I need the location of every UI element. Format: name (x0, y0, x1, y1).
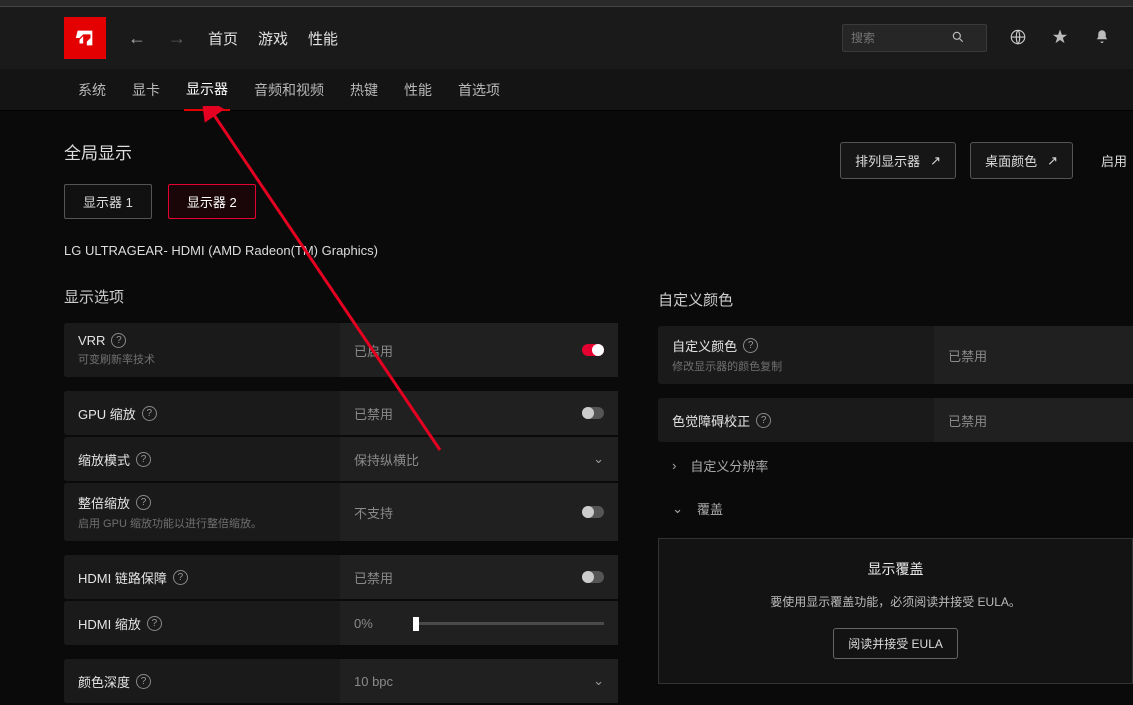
help-icon[interactable]: ? (136, 674, 151, 689)
subnav-system[interactable]: 系统 (76, 70, 108, 110)
chevron-right-icon: › (672, 458, 676, 473)
gpu-scaling-label: GPU 缩放 (78, 404, 136, 423)
amd-logo (64, 17, 106, 59)
chevron-down-icon: ⌄ (593, 673, 604, 689)
star-icon[interactable] (1051, 28, 1069, 49)
overlay-card-title: 显示覆盖 (691, 559, 1100, 579)
row-integer-scaling: 整倍缩放 ? 启用 GPU 缩放功能以进行整倍缩放。 不支持 (64, 483, 618, 541)
app-header: ← → 首页 游戏 性能 (0, 7, 1133, 69)
help-icon[interactable]: ? (111, 333, 126, 348)
top-nav-gaming[interactable]: 游戏 (258, 28, 288, 49)
enable-label: 启用 (1101, 151, 1127, 170)
monitor-label: LG ULTRAGEAR- HDMI (AMD Radeon(TM) Graph… (64, 243, 618, 258)
integer-scaling-label: 整倍缩放 (78, 493, 130, 512)
nav-back-button[interactable]: ← (128, 28, 146, 49)
color-depth-dropdown[interactable]: 10 bpc ⌄ (340, 659, 618, 703)
row-scaling-mode: 缩放模式 ? 保持纵横比 ⌄ (64, 437, 618, 481)
vrr-toggle[interactable] (582, 344, 604, 356)
chevron-down-icon: ⌄ (593, 451, 604, 467)
gpu-scaling-value: 已禁用 (354, 404, 393, 423)
overlay-label: 覆盖 (697, 499, 723, 518)
hdmi-link-label: HDMI 链路保障 (78, 568, 167, 587)
arrange-displays-label: 排列显示器 (855, 151, 920, 170)
color-deficiency-label: 色觉障碍校正 (672, 411, 750, 430)
search-input[interactable] (851, 31, 951, 45)
vrr-label: VRR (78, 333, 105, 348)
hdmi-link-value: 已禁用 (354, 568, 393, 587)
external-link-icon: ↗ (930, 153, 941, 169)
enable-button[interactable]: 启用 (1087, 143, 1133, 178)
vrr-sublabel: 可变刷新率技术 (78, 351, 326, 367)
hdmi-link-toggle[interactable] (582, 571, 604, 583)
display-tab-2[interactable]: 显示器 2 (168, 184, 256, 219)
integer-scaling-toggle[interactable] (582, 506, 604, 518)
subnav-performance[interactable]: 性能 (402, 70, 434, 110)
color-depth-label: 颜色深度 (78, 672, 130, 691)
scaling-mode-dropdown[interactable]: 保持纵横比 ⌄ (340, 437, 618, 481)
subnav-gpu[interactable]: 显卡 (130, 70, 162, 110)
subnav-audio-video[interactable]: 音频和视频 (252, 70, 326, 110)
desktop-color-label: 桌面颜色 (985, 151, 1037, 170)
row-vrr: VRR ? 可变刷新率技术 已启用 (64, 323, 618, 377)
help-icon[interactable]: ? (136, 495, 151, 510)
custom-color-label: 自定义颜色 (672, 336, 737, 355)
overlay-expand[interactable]: ⌄ 覆盖 (658, 487, 1133, 530)
overlay-card: 显示覆盖 要使用显示覆盖功能，必须阅读并接受 EULA。 阅读并接受 EULA (658, 538, 1133, 684)
sub-nav: 系统 显卡 显示器 音频和视频 热键 性能 首选项 (0, 69, 1133, 111)
subnav-preferences[interactable]: 首选项 (456, 70, 502, 110)
help-icon[interactable]: ? (136, 452, 151, 467)
top-nav-home[interactable]: 首页 (208, 28, 238, 49)
help-icon[interactable]: ? (743, 338, 758, 353)
scaling-mode-label: 缩放模式 (78, 450, 130, 469)
vrr-value: 已启用 (354, 341, 393, 360)
custom-color-sublabel: 修改显示器的颜色复制 (672, 358, 920, 374)
external-link-icon: ↗ (1047, 153, 1058, 169)
row-custom-color: 自定义颜色 ? 修改显示器的颜色复制 已禁用 (658, 326, 1133, 384)
display-options-title: 显示选项 (64, 286, 618, 307)
row-color-deficiency: 色觉障碍校正 ? 已禁用 (658, 398, 1133, 442)
color-deficiency-value: 已禁用 (948, 411, 987, 430)
overlay-card-desc: 要使用显示覆盖功能，必须阅读并接受 EULA。 (691, 593, 1100, 610)
desktop-color-button[interactable]: 桌面颜色 ↗ (970, 142, 1073, 179)
help-icon[interactable]: ? (756, 413, 771, 428)
row-color-depth: 颜色深度 ? 10 bpc ⌄ (64, 659, 618, 703)
search-icon (951, 30, 965, 47)
chevron-down-icon: ⌄ (672, 501, 683, 517)
hdmi-scaling-slider[interactable] (413, 622, 604, 625)
row-gpu-scaling: GPU 缩放 ? 已禁用 (64, 391, 618, 435)
web-icon[interactable] (1009, 28, 1027, 49)
custom-resolution-label: 自定义分辨率 (690, 456, 768, 475)
search-box[interactable] (842, 24, 987, 52)
nav-forward-button[interactable]: → (168, 28, 186, 49)
hdmi-scaling-label: HDMI 缩放 (78, 614, 141, 633)
global-display-title: 全局显示 (64, 139, 618, 164)
display-tab-1[interactable]: 显示器 1 (64, 184, 152, 219)
color-depth-value: 10 bpc (354, 674, 393, 689)
hdmi-scaling-value: 0% (354, 616, 373, 631)
help-icon[interactable]: ? (173, 570, 188, 585)
top-nav-performance[interactable]: 性能 (308, 28, 338, 49)
scaling-mode-value: 保持纵横比 (354, 450, 419, 469)
subnav-display[interactable]: 显示器 (184, 69, 230, 111)
integer-scaling-value: 不支持 (354, 503, 393, 522)
custom-color-value: 已禁用 (948, 346, 987, 365)
custom-color-title: 自定义颜色 (658, 289, 1133, 310)
arrange-displays-button[interactable]: 排列显示器 ↗ (840, 142, 956, 179)
custom-resolution-expand[interactable]: › 自定义分辨率 (658, 444, 1133, 487)
row-hdmi-link: HDMI 链路保障 ? 已禁用 (64, 555, 618, 599)
help-icon[interactable]: ? (147, 616, 162, 631)
integer-scaling-sublabel: 启用 GPU 缩放功能以进行整倍缩放。 (78, 515, 326, 531)
help-icon[interactable]: ? (142, 406, 157, 421)
accept-eula-button[interactable]: 阅读并接受 EULA (833, 628, 958, 659)
bell-icon[interactable] (1093, 28, 1111, 49)
row-hdmi-scaling: HDMI 缩放 ? 0% (64, 601, 618, 645)
subnav-hotkeys[interactable]: 热键 (348, 70, 380, 110)
gpu-scaling-toggle[interactable] (582, 407, 604, 419)
